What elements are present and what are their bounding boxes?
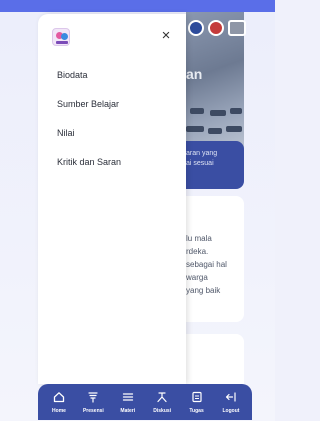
nav-home[interactable]: Home: [46, 390, 72, 420]
nav-label: Materi: [120, 408, 136, 414]
menu-item-nilai[interactable]: Nilai: [57, 126, 121, 155]
info-card: lu mala rdeka. sebagai hal warga yang ba…: [186, 196, 244, 322]
nav-label: Diskusi: [153, 408, 172, 414]
drawer-menu: Biodata Sumber Belajar Nilai Kritik dan …: [57, 68, 121, 184]
menu-item-biodata[interactable]: Biodata: [57, 68, 121, 97]
school-logo-icon: [188, 20, 204, 36]
info-card-line: lu mala: [186, 234, 212, 243]
institution-logo-icon: [228, 20, 246, 36]
navigation-drawer: × Biodata Sumber Belajar Nilai Kritik da…: [38, 14, 186, 384]
top-accent-stripe: [0, 0, 275, 12]
presensi-icon: [86, 390, 100, 404]
blue-card-line: ai sesuai: [186, 160, 214, 167]
nav-tugas[interactable]: Tugas: [184, 390, 210, 420]
home-icon: [52, 390, 66, 404]
app-logo-icon: [52, 28, 70, 46]
tugas-icon: [190, 390, 204, 404]
blue-card-line: aran yang: [186, 150, 218, 157]
info-card-line: yang baik: [186, 286, 221, 295]
logout-icon: [224, 390, 238, 404]
hero-title: an: [186, 66, 203, 82]
nav-label: Tugas: [189, 408, 204, 414]
content-card: [186, 334, 244, 384]
header-logos: [188, 20, 246, 36]
nav-presensi[interactable]: Presensi: [80, 390, 106, 420]
menu-item-sumber-belajar[interactable]: Sumber Belajar: [57, 97, 121, 126]
nav-label: Home: [52, 408, 66, 414]
diskusi-icon: [155, 390, 169, 404]
materi-icon: [121, 390, 135, 404]
bottom-navigation: Home Presensi Materi Diskusi Tugas Logou…: [38, 384, 252, 420]
nav-logout[interactable]: Logout: [218, 390, 244, 420]
info-card-line: warga: [186, 273, 208, 282]
info-card-line: sebagai hal: [186, 260, 227, 269]
menu-item-kritik-dan-saran[interactable]: Kritik dan Saran: [57, 155, 121, 184]
close-drawer-button[interactable]: ×: [158, 28, 174, 44]
blue-info-card: aran yang ai sesuai: [186, 141, 244, 189]
nav-label: Presensi: [82, 408, 104, 414]
nav-label: Logout: [222, 408, 240, 414]
nav-materi[interactable]: Materi: [115, 390, 141, 420]
region-logo-icon: [208, 20, 224, 36]
info-card-line: rdeka.: [186, 247, 209, 256]
nav-diskusi[interactable]: Diskusi: [149, 390, 175, 420]
